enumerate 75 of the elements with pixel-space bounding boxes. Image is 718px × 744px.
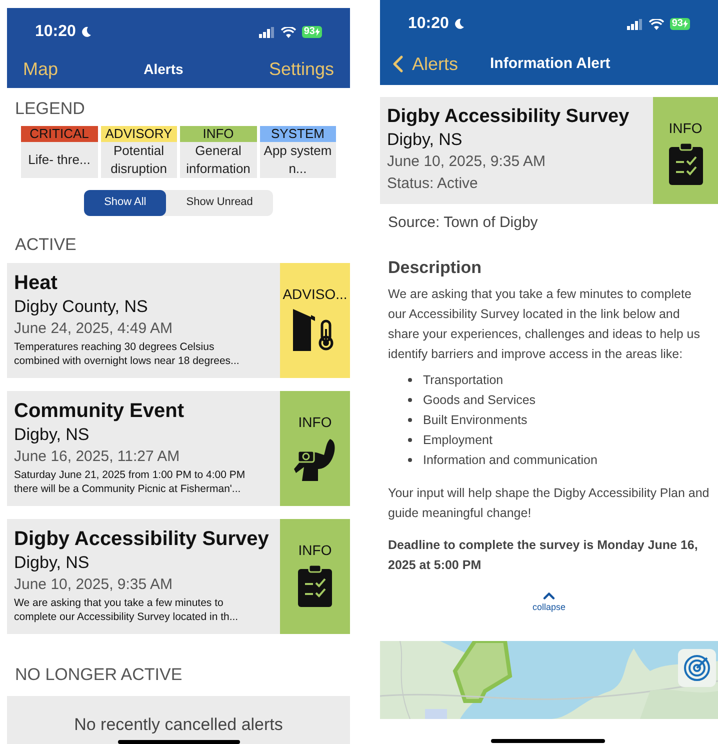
collapse-button[interactable]: collapse xyxy=(532,587,566,613)
list-item: Employment xyxy=(423,432,492,449)
category-label: INFO xyxy=(668,121,702,135)
settings-link[interactable]: Settings xyxy=(268,56,334,82)
status-time: 10:20 xyxy=(408,14,449,34)
bullet-icon xyxy=(408,438,412,442)
alert-summary: Saturday June 21, 2025 from 1:00 PM to 4:00 PM xyxy=(14,468,246,482)
category-label: ADVISO... xyxy=(282,287,348,301)
alert-summary: there will be a Community Picnic at Fisherman'... xyxy=(14,482,242,496)
alert-location: Digby, NS xyxy=(387,129,464,151)
description-text: We are asking that you take a few minutes to complete our Accessibility Survey located in the link below and share your experiences, challenges and ideas to help us identify barriers and improve access in the areas like: xyxy=(388,286,702,363)
battery-indicator: 93 xyxy=(670,18,690,30)
locate-button[interactable] xyxy=(678,649,716,687)
legend-label: INFO xyxy=(180,126,256,142)
alert-summary: complete our Accessibility Survey located in th... xyxy=(14,610,240,624)
bullet-icon xyxy=(408,418,412,422)
closing-text: Your input will help shape the Digby Accessibility Plan and guide meaningful change! xyxy=(388,485,710,522)
section-heading: ACTIVE xyxy=(15,234,78,256)
alert-title: Community Event xyxy=(14,399,186,423)
filter-tab[interactable]: Show All xyxy=(84,190,166,216)
category-label: INFO xyxy=(298,415,332,429)
alert-title: Digby Accessibility Survey xyxy=(387,105,630,129)
legend-label: SYSTEM xyxy=(260,126,336,142)
alert-title: Heat xyxy=(14,271,58,295)
section-heading: NO LONGER ACTIVE xyxy=(14,664,184,686)
alert-status: Status: Active xyxy=(387,174,479,194)
alert-card[interactable]: Digby Accessibility Survey Digby, NS June 10, 2025, 9:35 AM We are asking that you take a few minutes to complete our Accessibility Survey located in th... INFO xyxy=(7,519,350,634)
alert-card[interactable]: Heat Digby County, NS June 24, 2025, 4:49 AM Temperatures reaching 30 degrees Celsius combined with overnight lows near 18 degrees... ADVISO... xyxy=(7,263,350,378)
legend-label: ADVISORY xyxy=(100,126,177,142)
alert-summary: Temperatures reaching 30 degrees Celsius xyxy=(14,340,216,354)
moon-icon xyxy=(80,26,92,38)
signal-icon xyxy=(258,26,275,38)
alert-location: Digby, NS xyxy=(14,552,90,574)
alert-date: June 10, 2025, 9:35 AM xyxy=(387,152,546,172)
bullet-icon xyxy=(408,398,412,402)
target-icon xyxy=(683,654,711,682)
alert-date: June 16, 2025, 11:27 AM xyxy=(14,447,181,467)
battery-indicator: 93 xyxy=(302,26,322,38)
map-link[interactable]: Map xyxy=(23,56,58,82)
legend-text: App system n... xyxy=(262,142,333,178)
list-item: Information and communication xyxy=(423,452,598,469)
filter-tab[interactable]: Show Unread xyxy=(166,190,273,216)
list-item: Built Environments xyxy=(423,412,528,429)
bullet-icon xyxy=(408,458,412,462)
status-time: 10:20 xyxy=(35,22,76,42)
back-button[interactable]: Alerts xyxy=(384,50,458,78)
clipboard-icon xyxy=(298,565,332,607)
list-item: Transportation xyxy=(423,372,504,389)
wifi-icon xyxy=(648,18,664,30)
deadline-text: Deadline to complete the survey is Monday June 16, 2025 at 5:00 PM xyxy=(388,537,699,574)
alert-card[interactable]: Community Event Digby, NS June 16, 2025, 11:27 AM Saturday June 21, 2025 from 1:00 PM to 4:00 PM there will be a Community Picnic at Fisherman'... INFO xyxy=(7,391,350,506)
signal-icon xyxy=(626,18,643,30)
legend-text: Life- thre... xyxy=(27,150,92,168)
legend-heading: LEGEND xyxy=(15,98,86,120)
alert-date: June 10, 2025, 9:35 AM xyxy=(14,575,174,595)
screen-title: Information Alert xyxy=(490,54,610,74)
moon-icon xyxy=(452,18,465,30)
alert-source: Source: Town of Digby xyxy=(388,213,539,233)
description-heading: Description xyxy=(388,256,483,278)
alert-date: June 24, 2025, 4:49 AM xyxy=(14,319,174,339)
category-label: INFO xyxy=(298,543,332,557)
legend-label: CRITICAL xyxy=(21,126,98,142)
alert-summary: We are asking that you take a few minutes to xyxy=(14,596,224,610)
clipboard-icon xyxy=(668,143,702,185)
legend-text: General information xyxy=(185,142,252,178)
alert-summary: combined with overnight lows near 18 degrees... xyxy=(14,354,240,368)
alert-location: Digby, NS xyxy=(14,424,90,446)
bullet-icon xyxy=(408,378,412,382)
empty-message: No recently cancelled alerts xyxy=(74,714,283,736)
alert-location: Digby County, NS xyxy=(14,296,149,318)
list-item: Goods and Services xyxy=(423,392,536,409)
wifi-icon xyxy=(280,26,296,38)
alert-title: Digby Accessibility Survey xyxy=(14,527,270,551)
legend-text: Potential disruption xyxy=(110,142,168,178)
screen-title: Alerts xyxy=(144,60,184,78)
